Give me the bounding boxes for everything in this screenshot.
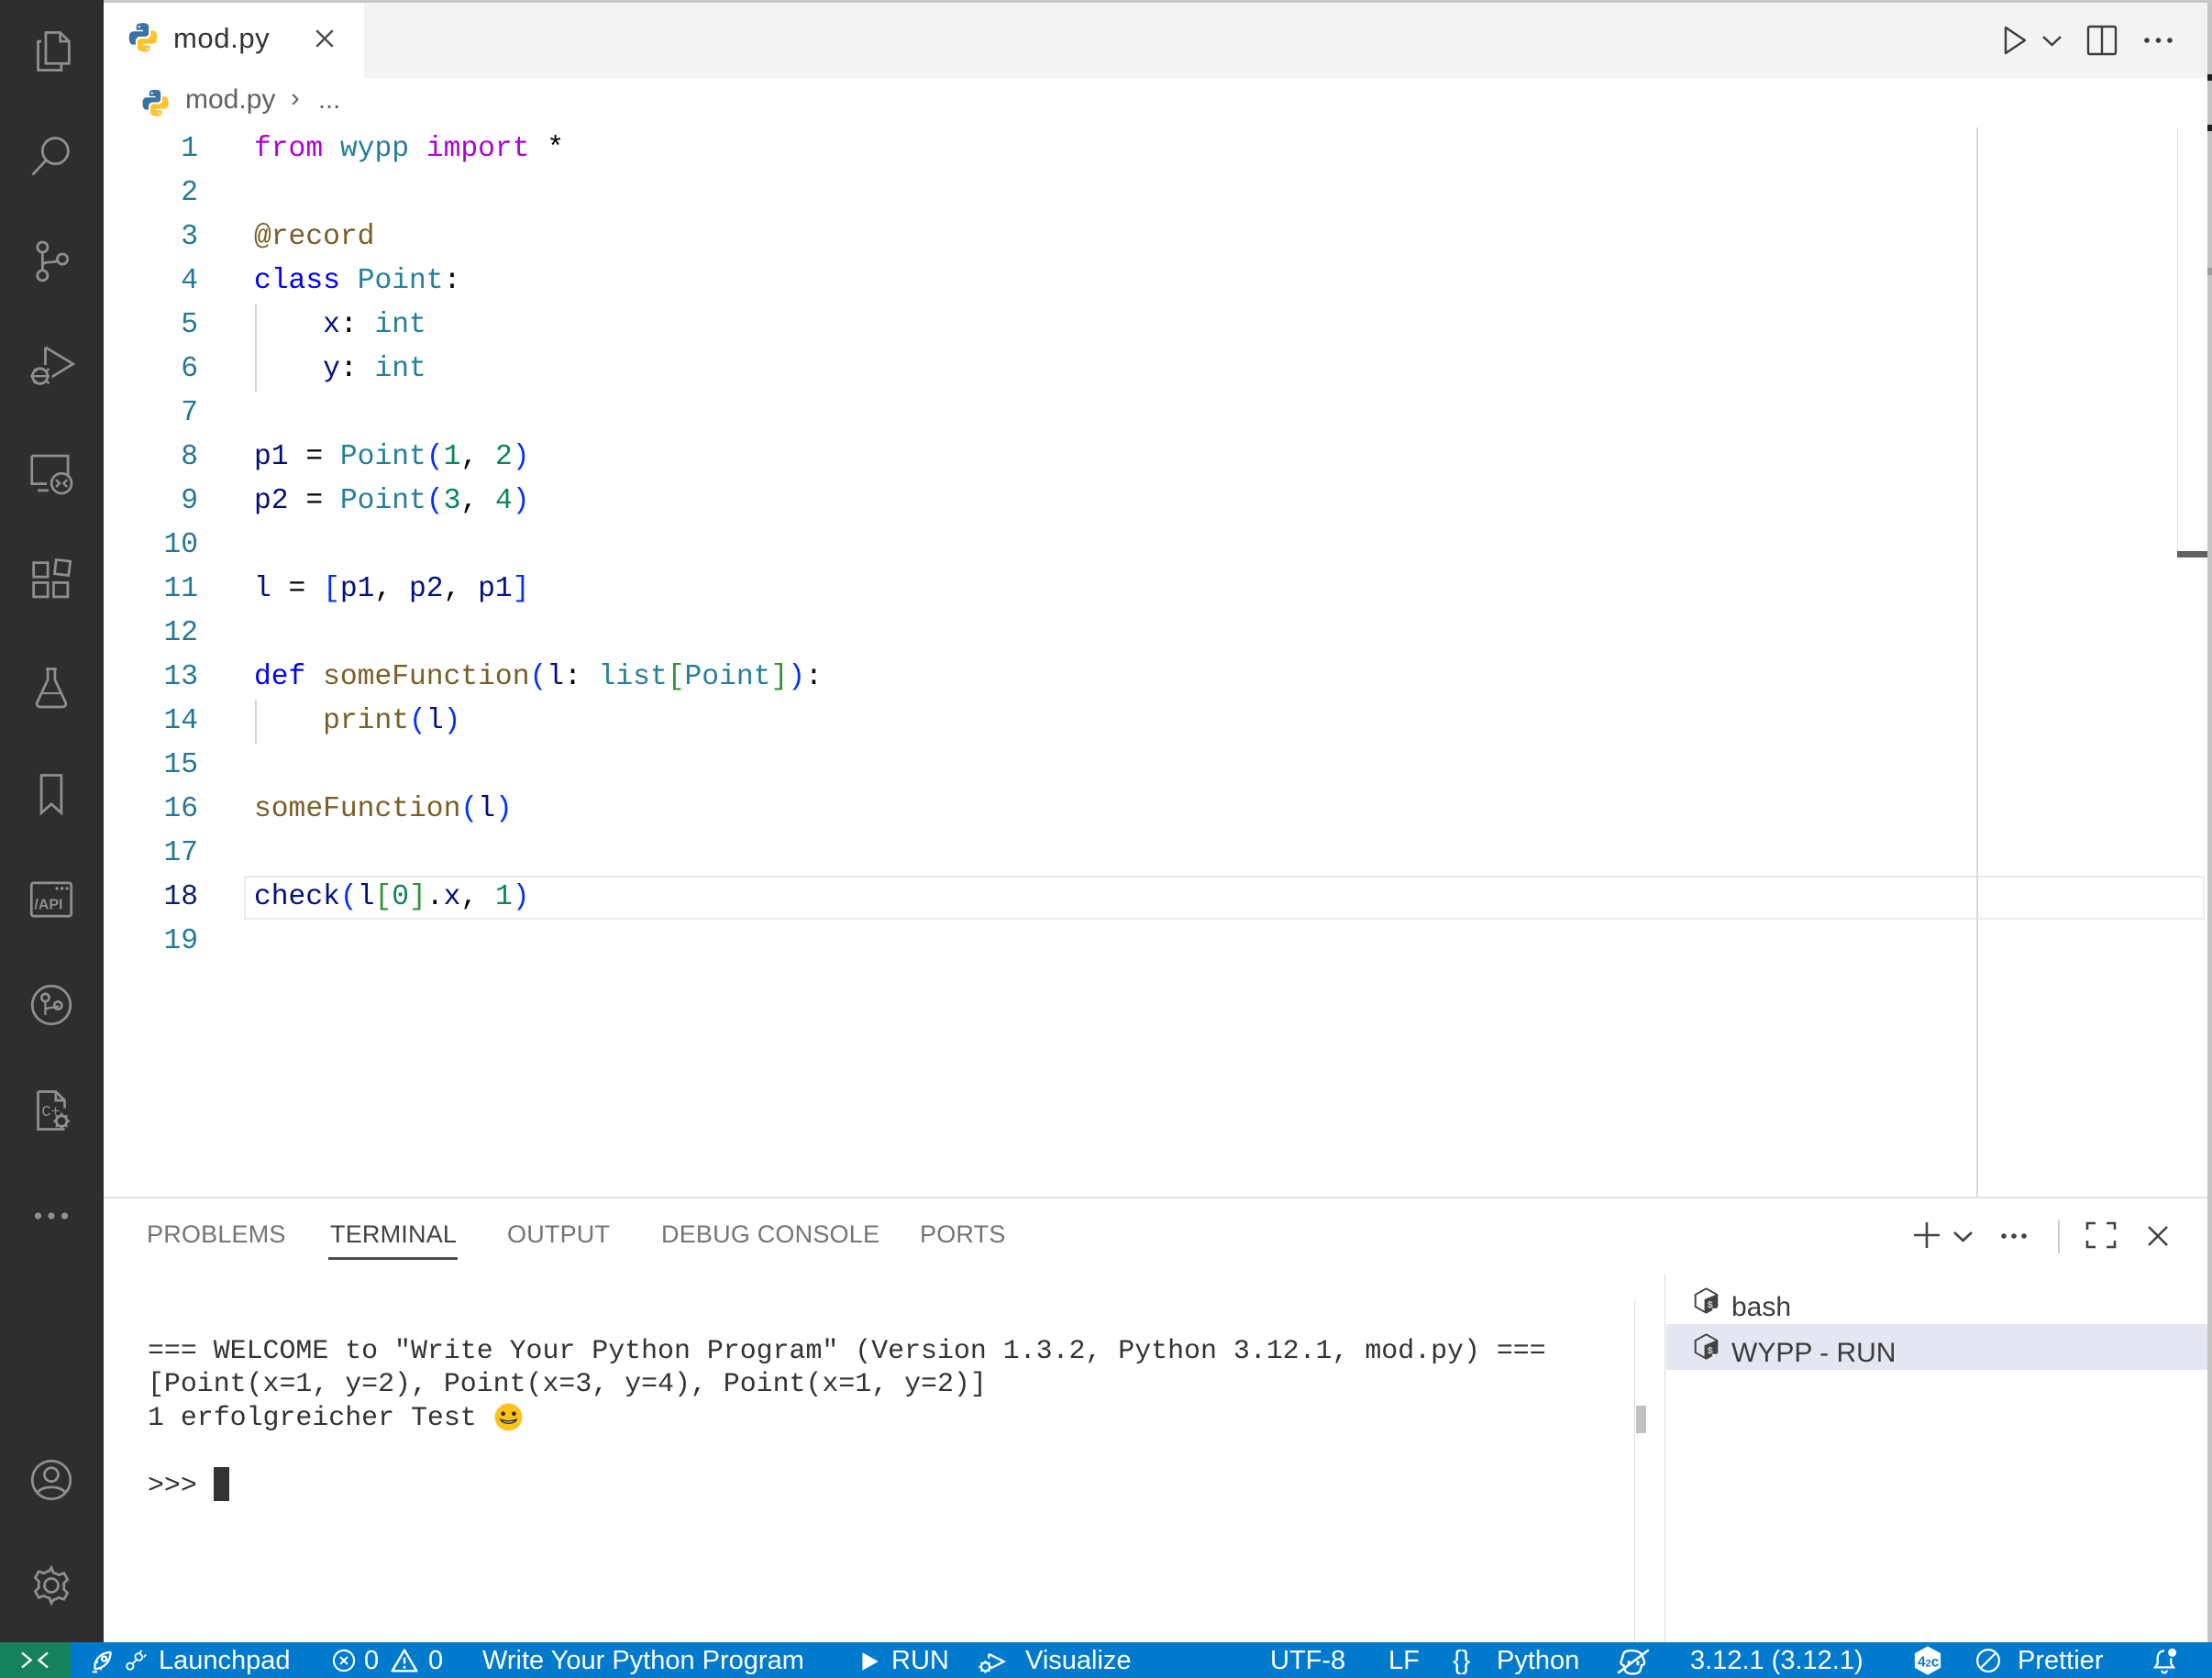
svg-text:/API: /API bbox=[34, 898, 62, 913]
